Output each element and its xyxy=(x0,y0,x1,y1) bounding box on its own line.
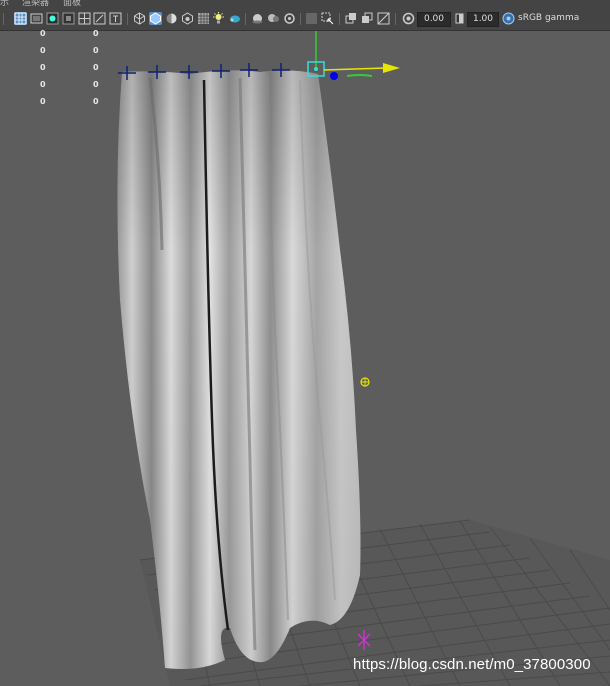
safe-title-icon[interactable] xyxy=(109,12,122,25)
shadows-icon[interactable] xyxy=(212,12,225,25)
gamma-icon[interactable] xyxy=(453,12,466,25)
depth-of-field-icon[interactable] xyxy=(283,12,296,25)
exposure-field[interactable]: 0.00 xyxy=(417,12,451,27)
toolbar-separator xyxy=(395,13,396,25)
anti-alias-icon[interactable] xyxy=(267,12,280,25)
xray-joints-icon[interactable] xyxy=(345,12,358,25)
smooth-shade-icon[interactable] xyxy=(149,12,162,25)
resolution-gate-icon[interactable] xyxy=(46,12,59,25)
color-space-label[interactable]: sRGB gamma xyxy=(518,12,579,25)
grid-icon[interactable] xyxy=(14,12,27,25)
color-management-icon[interactable] xyxy=(502,12,515,25)
toolbar-separator xyxy=(127,13,128,25)
exposure-icon[interactable] xyxy=(402,12,415,25)
all-lights-icon[interactable] xyxy=(197,12,210,25)
film-gate-icon[interactable] xyxy=(30,12,43,25)
viewport-toolbar: 0.00 1.00 sRGB gamma xyxy=(0,9,610,31)
screen-space-ao-icon[interactable] xyxy=(228,12,241,25)
menu-bar: 示 渲染器 面板 xyxy=(0,0,610,9)
isolate-select-icon[interactable] xyxy=(305,12,318,25)
toolbar-separator xyxy=(245,13,246,25)
pivot-locator[interactable] xyxy=(360,377,370,387)
textured-icon[interactable] xyxy=(181,12,194,25)
watermark-text: https://blog.csdn.net/m0_37800300 xyxy=(353,656,591,673)
field-chart-icon[interactable] xyxy=(78,12,91,25)
toolbar-separator xyxy=(339,13,340,25)
menu-item-panels[interactable]: 面板 xyxy=(63,0,81,8)
gamma-field[interactable]: 1.00 xyxy=(467,12,499,27)
gate-mask-icon[interactable] xyxy=(62,12,75,25)
backface-icon[interactable] xyxy=(361,12,374,25)
default-material-icon[interactable] xyxy=(165,12,178,25)
xray-icon[interactable] xyxy=(321,12,334,25)
wireframe-icon[interactable] xyxy=(133,12,146,25)
3d-viewport[interactable] xyxy=(0,31,610,686)
gate-toggle-icon[interactable] xyxy=(377,12,390,25)
toolbar-separator xyxy=(300,13,301,25)
toolbar-separator xyxy=(3,13,4,25)
transform-manipulator[interactable] xyxy=(307,31,400,80)
menu-item-renderer[interactable]: 渲染器 xyxy=(22,0,49,8)
menu-item-show[interactable]: 示 xyxy=(0,0,9,8)
safe-action-icon[interactable] xyxy=(93,12,106,25)
motion-blur-icon[interactable] xyxy=(251,12,264,25)
